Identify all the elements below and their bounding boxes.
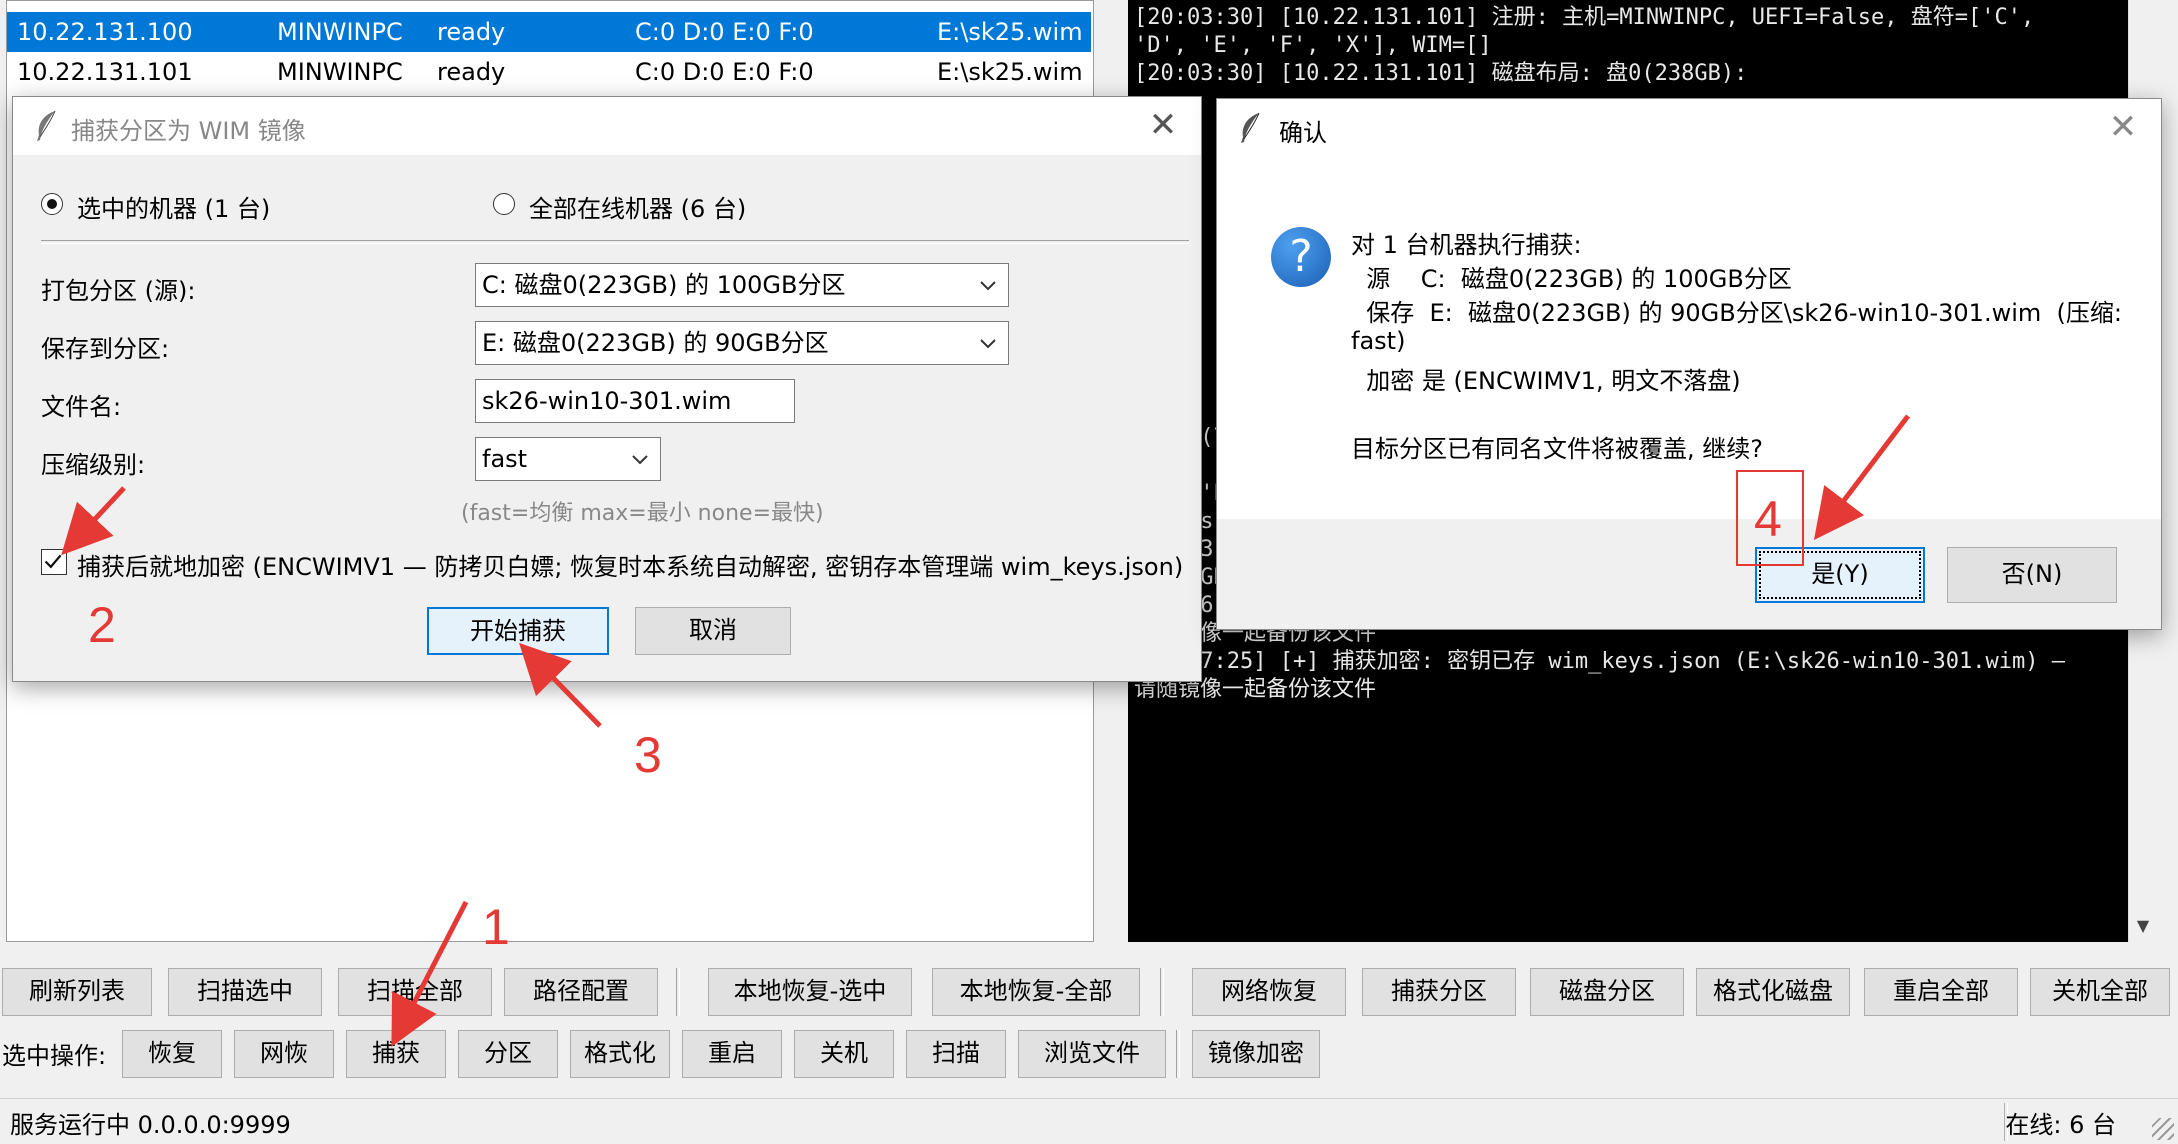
log-line: 请随镜像一起备份该文件 <box>1134 677 1377 702</box>
machine-host: MINWINPC <box>277 18 403 46</box>
step-number-2: 2 <box>88 597 116 653</box>
scan-button[interactable]: 扫描 <box>906 1030 1006 1078</box>
confirm-line: 保存 E: 磁盘0(223GB) 的 90GB分区\sk26-win10-301… <box>1351 299 2122 327</box>
path-config-button[interactable]: 路径配置 <box>504 968 658 1016</box>
checkmark-icon <box>44 554 62 569</box>
no-button[interactable]: 否(N) <box>1947 547 2117 603</box>
toolbar-separator <box>1176 1030 1180 1078</box>
radio-all-label: 全部在线机器 (6 台) <box>529 195 747 223</box>
divider <box>41 240 1189 244</box>
partition-button[interactable]: 分区 <box>458 1030 558 1078</box>
step-number-4: 4 <box>1754 491 1782 547</box>
toolbar-separator <box>676 968 680 1016</box>
source-partition-value: C: 磁盘0(223GB) 的 100GB分区 <box>482 271 846 299</box>
machine-ip: 10.22.131.100 <box>17 18 193 46</box>
confirm-dialog-title: 确认 <box>1279 119 1327 147</box>
capture-partition-button[interactable]: 捕获分区 <box>1362 968 1516 1016</box>
log-line: [20:03:30] [10.22.131.101] 注册: 主机=MINWIN… <box>1134 5 2035 30</box>
machine-row[interactable]: 10.22.131.101 MINWINPC ready C:0 D:0 E:0… <box>7 52 1091 92</box>
capture-button[interactable]: 捕获 <box>346 1030 446 1078</box>
reboot-button[interactable]: 重启 <box>682 1030 782 1078</box>
question-icon: ? <box>1271 227 1331 287</box>
local-restore-all-button[interactable]: 本地恢复-全部 <box>932 968 1140 1016</box>
scroll-down-icon[interactable]: ▼ <box>2129 916 2157 940</box>
selected-ops-label: 选中操作: <box>2 1042 107 1070</box>
machine-wim: E:\sk25.wim <box>937 58 1083 86</box>
image-encrypt-button[interactable]: 镜像加密 <box>1192 1030 1320 1078</box>
refresh-list-button[interactable]: 刷新列表 <box>2 968 152 1016</box>
start-capture-button[interactable]: 开始捕获 <box>427 607 609 655</box>
log-line: [20:37:25] [+] 捕获加密: 密钥已存 wim_keys.json … <box>1134 649 2065 674</box>
capture-dialog-title: 捕获分区为 WIM 镜像 <box>71 117 306 145</box>
confirm-line: 加密 是 (ENCWIMV1, 明文不落盘) <box>1351 367 1741 395</box>
source-partition-label: 打包分区 (源): <box>41 277 196 305</box>
machine-state: ready <box>437 58 506 86</box>
machine-disks: C:0 D:0 E:0 F:0 <box>635 58 814 86</box>
scan-all-button[interactable]: 扫描全部 <box>338 968 492 1016</box>
chevron-down-icon <box>980 339 996 349</box>
chevron-down-icon <box>632 455 648 465</box>
radio-selected-machines[interactable] <box>41 193 63 215</box>
machine-state: ready <box>437 18 506 46</box>
radio-all-machines[interactable] <box>493 193 515 215</box>
step-number-3: 3 <box>634 727 662 783</box>
compression-value: fast <box>482 445 528 473</box>
encrypt-label: 捕获后就地加密 (ENCWIMV1 — 防拷贝白嫖; 恢复时本系统自动解密, 密… <box>77 553 1184 581</box>
service-status: 服务运行中 0.0.0.0:9999 <box>10 1111 291 1139</box>
log-line: 'D', 'E', 'F', 'X'], WIM=[] <box>1134 33 1492 58</box>
capture-dialog-titlebar[interactable]: 捕获分区为 WIM 镜像 ✕ <box>13 97 1201 155</box>
step-number-1: 1 <box>482 899 510 955</box>
machine-host: MINWINPC <box>277 58 403 86</box>
compression-hint: (fast=均衡 max=最小 none=最快) <box>461 501 824 526</box>
status-bar: 服务运行中 0.0.0.0:9999 在线: 6 台 <box>0 1098 2178 1144</box>
machine-ip: 10.22.131.101 <box>17 58 193 86</box>
encrypt-checkbox[interactable] <box>41 549 67 575</box>
confirm-line: fast) <box>1351 327 1406 355</box>
confirm-line: 对 1 台机器执行捕获: <box>1351 231 1582 259</box>
machine-wim: E:\sk25.wim <box>937 18 1083 46</box>
filename-input[interactable]: sk26-win10-301.wim <box>475 379 795 423</box>
disk-partition-button[interactable]: 磁盘分区 <box>1530 968 1684 1016</box>
close-icon[interactable]: ✕ <box>2103 107 2143 147</box>
restore-button[interactable]: 恢复 <box>122 1030 222 1078</box>
toolbar-separator <box>1160 968 1164 1016</box>
source-partition-select[interactable]: C: 磁盘0(223GB) 的 100GB分区 <box>475 263 1009 307</box>
feather-icon <box>37 110 56 141</box>
close-icon[interactable]: ✕ <box>1143 105 1183 145</box>
filename-label: 文件名: <box>41 393 122 421</box>
confirm-question: 目标分区已有同名文件将被覆盖, 继续? <box>1351 435 1763 463</box>
network-restore-button[interactable]: 网络恢复 <box>1192 968 1346 1016</box>
machine-row-selected[interactable]: 10.22.131.100 MINWINPC ready C:0 D:0 E:0… <box>7 12 1091 52</box>
confirm-line: 源 C: 磁盘0(223GB) 的 100GB分区 <box>1351 265 1792 293</box>
shutdown-button[interactable]: 关机 <box>794 1030 894 1078</box>
online-count: 在线: 6 台 <box>2005 1111 2116 1139</box>
chevron-down-icon <box>980 281 996 291</box>
local-restore-selected-button[interactable]: 本地恢复-选中 <box>708 968 912 1016</box>
compression-label: 压缩级别: <box>41 451 146 479</box>
log-line: [20:03:30] [10.22.131.101] 磁盘布局: 盘0(238G… <box>1134 61 1748 86</box>
radio-selected-label: 选中的机器 (1 台) <box>77 195 271 223</box>
target-partition-value: E: 磁盘0(223GB) 的 90GB分区 <box>482 329 829 357</box>
confirm-dialog-footer: 是(Y) 否(N) <box>1217 519 2161 629</box>
net-restore-button[interactable]: 网恢 <box>234 1030 334 1078</box>
target-partition-label: 保存到分区: <box>41 335 170 363</box>
compression-select[interactable]: fast <box>475 437 661 481</box>
machine-disks: C:0 D:0 E:0 F:0 <box>635 18 814 46</box>
format-disk-button[interactable]: 格式化磁盘 <box>1696 968 1850 1016</box>
target-partition-select[interactable]: E: 磁盘0(223GB) 的 90GB分区 <box>475 321 1009 365</box>
feather-icon <box>1241 112 1260 143</box>
scan-selected-button[interactable]: 扫描选中 <box>168 968 322 1016</box>
capture-dialog: 捕获分区为 WIM 镜像 ✕ 选中的机器 (1 台) 全部在线机器 (6 台) … <box>12 96 1202 682</box>
format-button[interactable]: 格式化 <box>570 1030 670 1078</box>
shutdown-all-button[interactable]: 关机全部 <box>2030 968 2170 1016</box>
resize-grip-icon[interactable] <box>2152 1118 2174 1140</box>
cancel-button[interactable]: 取消 <box>635 607 791 655</box>
reboot-all-button[interactable]: 重启全部 <box>1864 968 2018 1016</box>
browse-files-button[interactable]: 浏览文件 <box>1018 1030 1166 1078</box>
confirm-dialog-titlebar[interactable]: 确认 ✕ <box>1217 99 2161 157</box>
confirm-dialog: 确认 ✕ ? 对 1 台机器执行捕获: 源 C: 磁盘0(223GB) 的 10… <box>1216 98 2162 630</box>
